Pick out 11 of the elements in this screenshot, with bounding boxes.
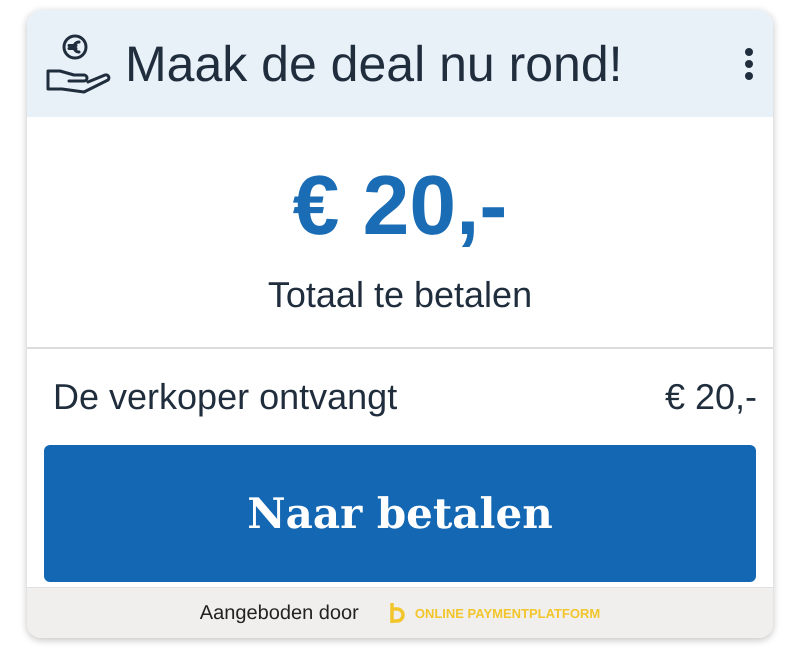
pay-button[interactable]: Naar betalen: [44, 445, 756, 582]
hand-coin-icon: [45, 32, 111, 94]
total-label: Totaal te betalen: [268, 274, 532, 316]
header-title: Maak de deal nu rond!: [125, 34, 624, 92]
seller-amount: € 20,-: [664, 376, 757, 418]
provider-name: ONLINE PAYMENTPLATFORM: [414, 606, 600, 620]
provider-logo-icon: [388, 602, 407, 624]
total-amount: € 20,-: [292, 157, 508, 254]
seller-label: De verkoper ontvangt: [53, 376, 398, 418]
more-options-icon[interactable]: [743, 46, 755, 80]
offered-by-text: Aangeboden door: [200, 602, 359, 624]
